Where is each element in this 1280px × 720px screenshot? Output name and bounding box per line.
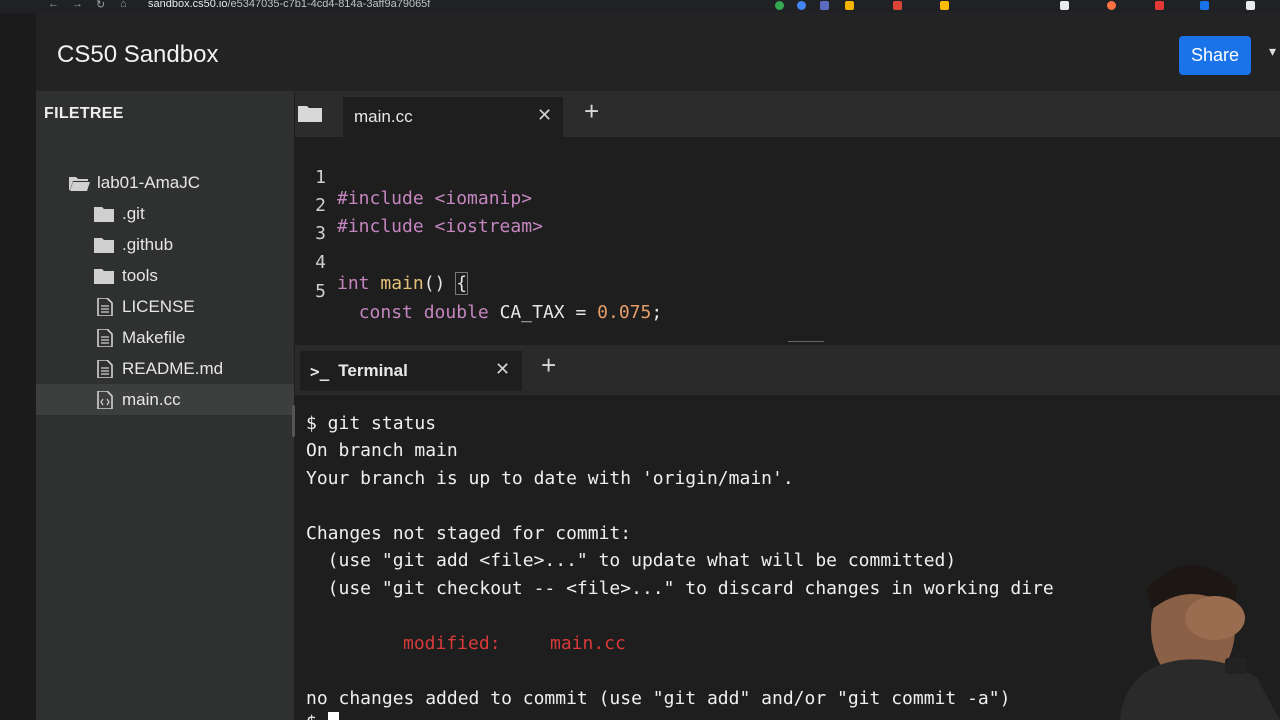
file-icon bbox=[97, 297, 113, 316]
number-literal: 0.075 bbox=[597, 302, 652, 323]
browser-toolbar: ← → ↻ ⌂ sandbox.cs50.io/e5347035-c7b1-4c… bbox=[0, 0, 1280, 13]
reload-icon[interactable]: ↻ bbox=[96, 0, 105, 11]
tree-item-label: tools bbox=[122, 265, 158, 285]
url-path: /e5347035-c7b1-4cd4-814a-3aff9a79065f bbox=[227, 0, 431, 10]
tree-item-label: README.md bbox=[122, 358, 224, 378]
tree-file-license[interactable]: LICENSE bbox=[36, 291, 294, 322]
include-path: <iostream> bbox=[423, 216, 543, 237]
extension-icon[interactable] bbox=[1200, 1, 1209, 10]
type-keyword: int bbox=[337, 273, 370, 294]
extension-icon[interactable] bbox=[1246, 1, 1255, 10]
video-margin bbox=[0, 13, 36, 720]
extension-icon[interactable] bbox=[797, 1, 806, 10]
extension-icon[interactable] bbox=[775, 1, 784, 10]
tree-item-label: Makefile bbox=[122, 327, 186, 347]
tree-folder-github[interactable]: .github bbox=[36, 229, 294, 260]
tree-item-label: lab01-AmaJC bbox=[97, 172, 200, 192]
brace: { bbox=[455, 272, 469, 295]
share-button[interactable]: Share bbox=[1179, 36, 1251, 75]
presenter-webcam bbox=[1120, 564, 1280, 720]
tree-item-label: LICENSE bbox=[122, 296, 195, 316]
directive: #include bbox=[337, 188, 424, 209]
chevron-down-icon[interactable]: ▾ bbox=[1269, 43, 1276, 60]
folder-icon[interactable] bbox=[297, 103, 323, 123]
code-line: 1 #include <iomanip> bbox=[295, 146, 532, 209]
terminal-icon: >_ bbox=[310, 361, 330, 381]
tree-file-readme[interactable]: README.md bbox=[36, 353, 294, 384]
terminal-line: (use "git checkout -- <file>..." to disc… bbox=[306, 578, 1054, 599]
terminal-line: no changes added to commit (use "git add… bbox=[306, 688, 1011, 709]
url-host: sandbox.cs50.io bbox=[148, 0, 228, 10]
function-name: main bbox=[380, 273, 424, 294]
keyword: const bbox=[358, 302, 413, 323]
file-tree-sidebar: FILETREE lab01-AmaJC .git .github tools … bbox=[36, 91, 294, 720]
tab-main-cc[interactable]: main.cc ✕ bbox=[343, 97, 563, 137]
code-editor[interactable]: 1 #include <iomanip> 2 #include <iostrea… bbox=[295, 137, 1280, 340]
tree-folder-git[interactable]: .git bbox=[36, 198, 294, 229]
file-icon bbox=[97, 328, 113, 347]
tree-file-makefile[interactable]: Makefile bbox=[36, 322, 294, 353]
code-line: 4 int main() { bbox=[295, 231, 469, 295]
tree-item-label: .github bbox=[122, 234, 174, 254]
line-number: 5 bbox=[315, 281, 326, 302]
terminal-line: On branch main bbox=[306, 440, 458, 461]
operator: = bbox=[564, 302, 598, 323]
include-path: <iomanip> bbox=[423, 188, 533, 209]
keyword: double bbox=[423, 302, 489, 323]
tree-item-label: .git bbox=[122, 203, 145, 223]
address-bar[interactable]: sandbox.cs50.io/e5347035-c7b1-4cd4-814a-… bbox=[148, 0, 430, 10]
editor-tab-bar: main.cc ✕ + bbox=[295, 91, 1280, 137]
tree-file-main-cc[interactable]: main.cc bbox=[36, 384, 294, 415]
directive: #include bbox=[337, 216, 424, 237]
home-icon[interactable]: ⌂ bbox=[120, 0, 127, 10]
code-line: 3 bbox=[295, 202, 338, 244]
terminal-line: Your branch is up to date with 'origin/m… bbox=[306, 468, 794, 489]
close-icon[interactable]: ✕ bbox=[495, 359, 510, 380]
back-icon[interactable]: ← bbox=[48, 0, 59, 10]
tab-terminal[interactable]: >_ Terminal ✕ bbox=[300, 351, 522, 391]
forward-icon[interactable]: → bbox=[72, 0, 83, 10]
tab-label: Terminal bbox=[338, 361, 408, 380]
app-title: CS50 Sandbox bbox=[57, 41, 219, 68]
tree-folder-lab01[interactable]: lab01-AmaJC bbox=[36, 167, 294, 198]
identifier: CA_TAX bbox=[499, 302, 565, 323]
terminal-line: Changes not staged for commit: bbox=[306, 523, 632, 544]
cursor bbox=[327, 712, 339, 720]
extension-icon[interactable] bbox=[1155, 1, 1164, 10]
filetree-heading: FILETREE bbox=[44, 105, 124, 122]
extension-icon[interactable] bbox=[940, 1, 949, 10]
app-header: CS50 Sandbox Share ▾ bbox=[36, 13, 1280, 91]
add-terminal-icon[interactable]: + bbox=[541, 350, 556, 381]
code-file-icon bbox=[97, 390, 113, 409]
semicolon: ; bbox=[651, 302, 663, 323]
terminal-line: $ git status bbox=[306, 413, 437, 434]
modified-label: modified: bbox=[403, 633, 501, 654]
modified-file: main.cc bbox=[550, 633, 626, 654]
tree-item-label: main.cc bbox=[122, 389, 181, 409]
file-icon bbox=[97, 359, 113, 378]
extension-icon[interactable] bbox=[1060, 1, 1069, 10]
folder-icon bbox=[94, 237, 114, 253]
add-tab-icon[interactable]: + bbox=[584, 96, 599, 127]
folder-icon bbox=[94, 206, 114, 222]
code-line: 5 const double CA_TAX = 0.075; bbox=[295, 260, 662, 323]
extension-icon[interactable] bbox=[893, 1, 902, 10]
tree-folder-tools[interactable]: tools bbox=[36, 260, 294, 291]
close-icon[interactable]: ✕ bbox=[537, 105, 552, 126]
punctuation: () bbox=[423, 273, 446, 294]
folder-open-icon bbox=[69, 176, 90, 191]
prompt: $ bbox=[306, 712, 328, 720]
code-line: 2 #include <iostream> bbox=[295, 174, 543, 237]
terminal-line: (use "git add <file>..." to update what … bbox=[306, 550, 957, 571]
terminal-tab-bar: >_ Terminal ✕ + bbox=[295, 345, 1280, 395]
extension-icon[interactable] bbox=[820, 1, 829, 10]
extension-icon[interactable] bbox=[1107, 1, 1116, 10]
tab-label: main.cc bbox=[354, 107, 413, 126]
folder-icon bbox=[94, 268, 114, 284]
extension-icon[interactable] bbox=[845, 1, 854, 10]
terminal-prompt-line: $ bbox=[306, 712, 339, 720]
